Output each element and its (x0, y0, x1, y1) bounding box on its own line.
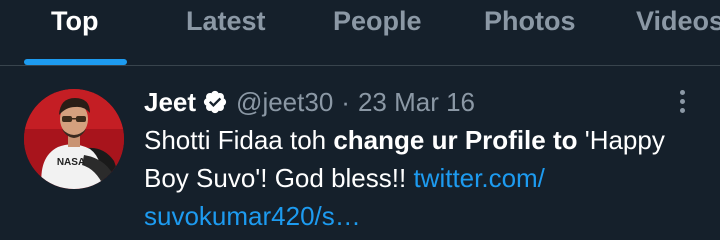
avatar-image: NASA (24, 89, 124, 189)
more-dot (679, 98, 685, 104)
more-dot (679, 89, 685, 95)
tab-latest[interactable]: Latest (186, 6, 266, 40)
tweet-header: Jeet @jeet30 · 23 Mar 16 (144, 86, 475, 118)
search-tabs: Top Latest People Photos Videos (0, 0, 720, 66)
author-name[interactable]: Jeet (144, 87, 196, 118)
tab-photos[interactable]: Photos (484, 6, 576, 40)
author-handle[interactable]: @jeet30 (236, 87, 333, 118)
tab-people[interactable]: People (333, 6, 422, 40)
tweet-link[interactable]: twitter.com/ (413, 163, 544, 193)
verified-badge-icon (203, 90, 227, 114)
tweet-text-part: Shotti Fidaa toh (144, 125, 334, 155)
more-options-icon[interactable] (668, 87, 696, 115)
tweet-link-continued[interactable]: suvokumar420/s… (144, 201, 361, 231)
tweet-text: Shotti Fidaa toh change ur Profile to 'H… (144, 121, 704, 235)
header-separator: · (341, 86, 350, 117)
tweet-text-bold: change ur Profile to (333, 125, 578, 155)
more-dot (679, 107, 685, 113)
avatar[interactable]: NASA (24, 89, 124, 189)
tweet[interactable]: NASA Jeet @jeet30 · 23 Mar 16 Shotti Fid… (0, 67, 720, 240)
active-tab-indicator (24, 59, 127, 65)
tweet-date[interactable]: 23 Mar 16 (358, 87, 475, 118)
tab-top[interactable]: Top (51, 6, 98, 40)
avatar-shirt-text: NASA (57, 157, 85, 168)
tab-videos[interactable]: Videos (636, 6, 720, 40)
